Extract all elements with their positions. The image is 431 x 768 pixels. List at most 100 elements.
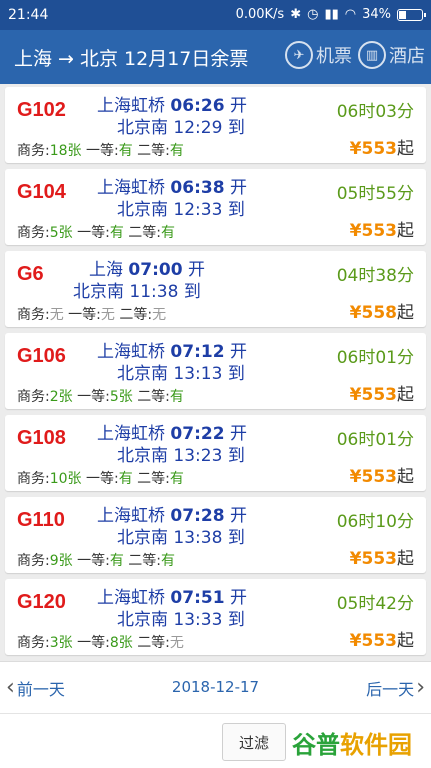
watermark-part1: 谷普: [292, 730, 340, 759]
price-suffix: 起: [397, 467, 414, 487]
train-card[interactable]: G6 上海 07:00 开北京南 11:38 到 04时38分 商务:无 一等:无 二…: [5, 251, 426, 327]
business-seats: 3张: [49, 635, 73, 651]
business-seats: 18张: [49, 143, 82, 159]
business-label: 商务:: [17, 471, 50, 487]
second-class-label: 二等:: [128, 553, 161, 569]
price-amount: 553: [361, 549, 398, 569]
app-header: 上海 → 北京 12月17日余票 ✈ 机票 ▥ 酒店: [0, 30, 431, 84]
network-speed: 0.00K/s: [235, 7, 285, 22]
train-card[interactable]: G108 上海虹桥 07:22 开北京南 13:23 到 06时01分 商务:10张 …: [5, 415, 426, 491]
second-class-seats: 无: [152, 307, 167, 323]
business-seats: 5张: [49, 225, 73, 241]
first-class-seats: 有: [118, 471, 133, 487]
currency-symbol: ¥: [349, 303, 362, 323]
ticket-price: ¥553起: [350, 544, 414, 569]
arrival-station: 北京南: [117, 528, 168, 548]
arrival-time: 13:33: [173, 610, 223, 630]
train-code: G110: [17, 509, 65, 531]
train-code: G104: [17, 181, 66, 203]
arrival-time: 12:29: [173, 118, 223, 138]
building-icon: ▥: [358, 41, 386, 69]
second-class-seats: 有: [169, 471, 184, 487]
price-amount: 553: [361, 631, 398, 651]
first-class-seats: 有: [118, 143, 133, 159]
next-day-label: 后一天: [366, 680, 415, 699]
trip-duration: 05时42分: [336, 594, 414, 614]
train-card[interactable]: G104 上海虹桥 06:38 开北京南 12:33 到 05时55分 商务:5张 一…: [5, 169, 426, 245]
first-class-seats: 8张: [109, 635, 133, 651]
ticket-price: ¥553起: [350, 380, 414, 405]
ticket-price: ¥553起: [350, 462, 414, 487]
second-class-label: 二等:: [137, 635, 170, 651]
currency-symbol: ¥: [349, 549, 362, 569]
first-class-label: 一等:: [77, 225, 110, 241]
arrival-time: 13:13: [173, 364, 223, 384]
ticket-price: ¥553起: [350, 216, 414, 241]
second-class-seats: 有: [169, 143, 184, 159]
next-day-button[interactable]: 后一天 ›: [366, 676, 425, 700]
train-code: G102: [17, 99, 66, 121]
first-class-seats: 5张: [109, 389, 133, 405]
arrival-suffix: 到: [227, 610, 245, 630]
first-class-label: 一等:: [68, 307, 101, 323]
flight-button[interactable]: ✈ 机票: [285, 41, 352, 69]
train-card[interactable]: G110 上海虹桥 07:28 开北京南 13:38 到 06时10分 商务:9张 一…: [5, 497, 426, 573]
first-class-seats: 有: [109, 553, 124, 569]
second-class-seats: 无: [169, 635, 184, 651]
price-amount: 553: [361, 139, 398, 159]
seat-availability: 商务:5张 一等:有 二等:有: [17, 222, 175, 242]
currency-symbol: ¥: [349, 385, 362, 405]
arrival-info: 北京南 12:29 到: [117, 113, 245, 138]
arrival-station: 北京南: [117, 118, 168, 138]
arrival-info: 北京南 13:38 到: [117, 523, 245, 548]
train-code: G6: [17, 263, 44, 285]
arrival-suffix: 到: [227, 364, 245, 384]
arrival-station: 北京南: [117, 610, 168, 630]
price-amount: 553: [361, 221, 398, 241]
second-class-label: 二等:: [128, 225, 161, 241]
arrival-suffix: 到: [227, 446, 245, 466]
trip-duration: 06时10分: [336, 512, 414, 532]
currency-symbol: ¥: [349, 139, 362, 159]
price-suffix: 起: [397, 549, 414, 569]
first-class-seats: 有: [109, 225, 124, 241]
business-label: 商务:: [17, 225, 50, 241]
seat-availability: 商务:10张 一等:有 二等:有: [17, 468, 184, 488]
bluetooth-icon: ✱: [290, 7, 302, 22]
date-navigation: ‹ 前一天 2018-12-17 后一天 ›: [0, 661, 431, 713]
first-class-label: 一等:: [77, 635, 110, 651]
second-class-seats: 有: [169, 389, 184, 405]
train-card[interactable]: G102 上海虹桥 06:26 开北京南 12:29 到 06时03分 商务:18张 …: [5, 87, 426, 163]
train-card[interactable]: G120 上海虹桥 07:51 开北京南 13:33 到 05时42分 商务:3张 一…: [5, 579, 426, 655]
train-card[interactable]: G106 上海虹桥 07:12 开北京南 13:13 到 06时01分 商务:2张 一…: [5, 333, 426, 409]
second-class-seats: 有: [160, 553, 175, 569]
wifi-icon: ◠: [344, 7, 357, 22]
filter-button[interactable]: 过滤: [222, 723, 286, 761]
business-label: 商务:: [17, 553, 50, 569]
arrival-station: 北京南: [117, 446, 168, 466]
arrival-station: 北京南: [117, 364, 168, 384]
arrival-suffix: 到: [183, 282, 201, 302]
hotel-button[interactable]: ▥ 酒店: [358, 41, 425, 69]
arrival-info: 北京南 13:33 到: [117, 605, 245, 630]
arrival-station: 北京南: [117, 200, 168, 220]
price-suffix: 起: [397, 385, 414, 405]
second-class-label: 二等:: [119, 307, 153, 323]
trip-duration: 06时01分: [336, 430, 414, 450]
first-class-label: 一等:: [77, 389, 110, 405]
seat-availability: 商务:3张 一等:8张 二等:无: [17, 632, 184, 652]
arrival-info: 北京南 12:33 到: [117, 195, 245, 220]
arrival-time: 13:23: [173, 446, 223, 466]
trip-duration: 05时55分: [336, 184, 414, 204]
seat-availability: 商务:无 一等:无 二等:无: [17, 304, 166, 324]
first-class-seats: 无: [100, 307, 115, 323]
seat-availability: 商务:9张 一等:有 二等:有: [17, 550, 175, 570]
status-bar: 21:44 0.00K/s ✱ ◷ ▮▮ ◠ 34%: [0, 0, 431, 30]
price-suffix: 起: [397, 139, 414, 159]
second-class-label: 二等:: [137, 471, 170, 487]
trip-duration: 06时03分: [336, 102, 414, 122]
trip-duration: 06时01分: [336, 348, 414, 368]
arrival-info: 北京南 13:13 到: [117, 359, 245, 384]
arrival-time: 12:33: [173, 200, 223, 220]
battery-icon: [397, 8, 426, 21]
